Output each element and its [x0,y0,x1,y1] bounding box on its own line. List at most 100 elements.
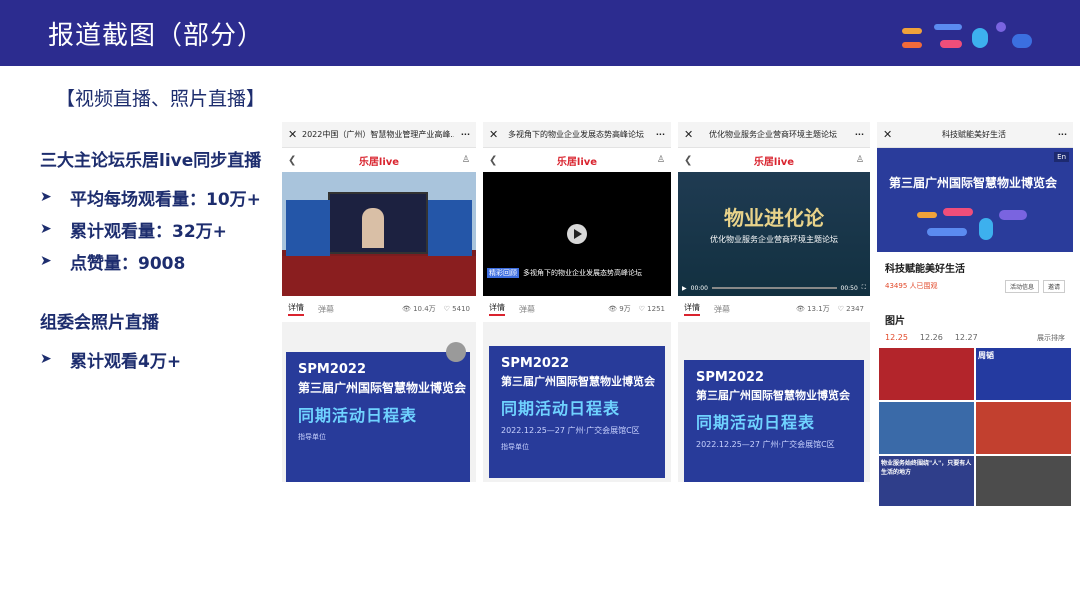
user-icon[interactable]: ♙ [454,155,470,165]
arrow-right-icon: ➤ [40,189,52,205]
banner-title: 第三届广州国际智慧物业博览会 [889,176,1058,190]
replay-badge: 精彩回顾 [487,268,519,278]
back-icon[interactable]: ❮ [684,155,700,166]
stat-text: 累计观看量：32万+ [70,221,227,242]
poster-spm: SPM2022 [696,370,765,385]
date-tab[interactable]: 12.25 [885,333,908,343]
poster-schedule-title: 同期活动日程表 [298,406,418,425]
video-title: 物业进化论 [724,206,824,230]
fullscreen-icon[interactable]: ⛶ [862,284,866,292]
views-value: 9万 [619,305,631,313]
invite-button[interactable]: 邀请 [1042,280,1065,293]
poster-date: 2022.12.25—27 广州·广交会展馆C区 [696,440,835,449]
more-icon[interactable]: ··· [454,130,470,139]
phone-screenshot-4: ✕ 科技赋能美好生活 ··· En 第三届广州国际智慧物业博览会 科技赋能美好生活 … [877,122,1073,506]
app-navbar: ❮ 乐居live ♙ [282,148,476,172]
tab-detail[interactable]: 详情 [684,302,700,316]
poster-spm: SPM2022 [298,362,367,377]
photo-thumb[interactable]: 物业服务始终围绕"人"，只要有人生活的地方 [879,456,974,506]
video-caption-row: 精彩回顾 多视角下的物业企业发展态势高峰论坛 [487,268,642,278]
tab-comments[interactable]: 弹幕 [318,304,334,315]
more-icon[interactable]: ··· [649,130,665,139]
app-navbar: ❮ 乐居live ♙ [678,148,870,172]
player-controls: ▶ 00:00 00:50 ⛶ [682,284,866,292]
stat-text: 点赞量：9008 [70,253,186,274]
section-tag: 【视频直播、照片直播】 [56,88,266,110]
phone-screenshot-2: ✕ 多视角下的物业企业发展态势高峰论坛 ··· ❮ 乐居live ♙ 精彩回顾 多视角下… [483,122,671,482]
arrow-right-icon: ➤ [40,253,52,269]
stat-text: 平均每场观看量：10万+ [70,189,261,210]
photo-thumb[interactable] [976,456,1071,506]
webview-topbar: ✕ 科技赋能美好生活 ··· [877,122,1073,148]
user-icon[interactable]: ♙ [848,155,864,165]
close-icon[interactable]: ✕ [288,128,302,141]
tab-comments[interactable]: 弹幕 [519,304,535,315]
app-navbar: ❮ 乐居live ♙ [483,148,671,172]
views-count: 👁 9万 [608,305,631,313]
likes-count[interactable]: ♡ 2347 [838,305,864,313]
poster-expo-title: 第三届广州国际智慧物业博览会 [696,389,850,402]
photo-live-block: 组委会照片直播 ➤ 累计观看4万+ [40,308,181,375]
photo-grid: 周韬 物业服务始终围绕"人"，只要有人生活的地方 [877,348,1073,506]
photo-thumb[interactable] [976,402,1071,454]
tab-comments[interactable]: 弹幕 [714,304,730,315]
tab-detail[interactable]: 详情 [489,302,505,316]
play-icon[interactable] [567,224,587,244]
banner-graphic [917,208,1027,240]
poster-expo-title: 第三届广州国际智慧物业博览会 [298,381,467,395]
likes-value: 5410 [452,305,470,313]
video-player[interactable]: 精彩回顾 多视角下的物业企业发展态势高峰论坛 [483,172,671,296]
arrow-right-icon: ➤ [40,351,52,367]
webview-topbar: ✕ 多视角下的物业企业发展态势高峰论坛 ··· [483,122,671,148]
poster-date: 2022.12.25—27 广州·广交会展馆C区 [501,426,640,435]
event-info-button[interactable]: 活动信息 [1004,280,1039,293]
time-end: 00:50 [840,284,858,292]
brand-logo: 乐居live [753,156,795,168]
brand-logo: 乐居live [358,156,400,168]
more-icon[interactable]: ··· [1051,130,1067,139]
video-subtitle: 优化物业服务企业营商环境主题论坛 [710,235,838,244]
brand-logo: 乐居live [556,156,598,168]
page-title: 报道截图（部分） [48,21,265,51]
photo-thumb[interactable]: 周韬 [976,348,1071,400]
photo-thumb[interactable] [879,348,974,400]
topbar-title: 多视角下的物业企业发展态势高峰论坛 [508,130,644,139]
video-tabs: 详情 弹幕 👁 9万 ♡ 1251 [483,296,671,322]
close-icon[interactable]: ✕ [489,128,503,141]
back-icon[interactable]: ❮ [489,155,505,166]
seek-bar[interactable] [711,287,837,289]
user-icon[interactable]: ♙ [649,155,665,165]
play-icon[interactable]: ▶ [682,285,687,292]
time-start: 00:00 [690,284,708,292]
album-info: 科技赋能美好生活 43495 人已围观 活动信息 邀请 [877,252,1073,308]
photo-thumb[interactable] [879,402,974,454]
date-tabs: 12.25 12.26 12.27 展示排序 [885,333,1065,343]
photo-section: 图片 12.25 12.26 12.27 展示排序 [877,308,1073,348]
video-caption: 多视角下的物业企业发展态势高峰论坛 [523,269,642,277]
close-icon[interactable]: ✕ [883,128,897,141]
topbar-title: 2022中国（广州）智慧物业管理产业高峰... [302,130,454,139]
language-toggle[interactable]: En [1054,152,1069,162]
scroll-arrow-icon[interactable] [446,342,466,362]
stat-bullet: ➤ 点赞量：9008 [40,245,261,277]
views-count: 👁 13.1万 [795,305,830,313]
likes-count[interactable]: ♡ 5410 [444,305,470,313]
tab-detail[interactable]: 详情 [288,302,304,316]
topbar-title: 科技赋能美好生活 [942,130,1006,139]
expo-banner: En 第三届广州国际智慧物业博览会 [877,148,1073,252]
likes-value: 1251 [647,305,665,313]
video-player[interactable] [282,172,476,296]
back-icon[interactable]: ❮ [288,155,304,166]
date-tab[interactable]: 12.26 [920,333,943,343]
close-icon[interactable]: ✕ [684,128,698,141]
schedule-poster: SPM2022 第三届广州国际智慧物业博览会 同期活动日程表 2022.12.2… [684,360,864,482]
webview-topbar: ✕ 优化物业服务企业营商环境主题论坛 ··· [678,122,870,148]
sort-dropdown[interactable]: 展示排序 [1037,333,1065,343]
arrow-right-icon: ➤ [40,221,52,237]
date-tab[interactable]: 12.27 [955,333,978,343]
video-player[interactable]: 物业进化论 优化物业服务企业营商环境主题论坛 ▶ 00:00 00:50 ⛶ [678,172,870,296]
stat-bullet: ➤ 平均每场观看量：10万+ [40,181,261,213]
more-icon[interactable]: ··· [848,130,864,139]
poster-guide: 指导单位 [501,443,529,451]
likes-count[interactable]: ♡ 1251 [639,305,665,313]
